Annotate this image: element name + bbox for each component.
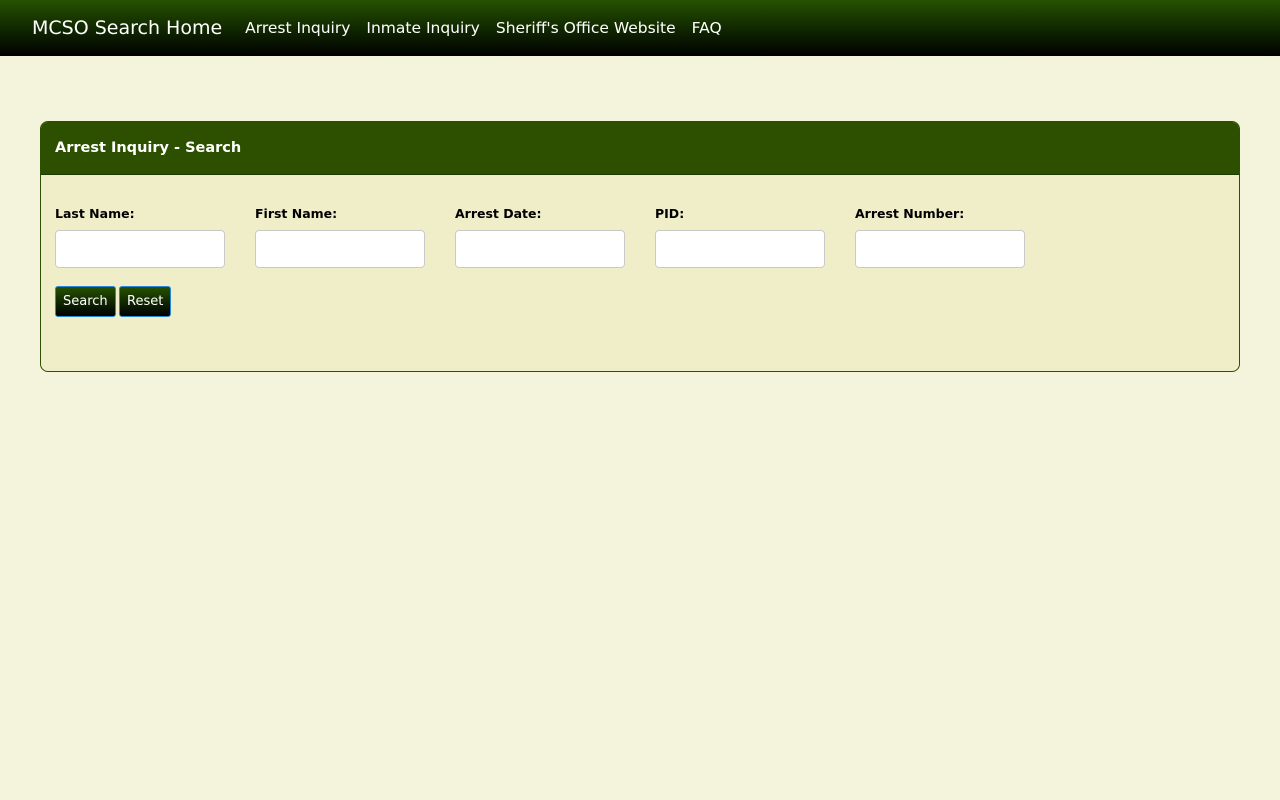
brand-link[interactable]: MCSO Search Home: [32, 17, 222, 39]
pid-label: PID:: [655, 206, 685, 221]
last-name-input[interactable]: [55, 230, 225, 268]
arrest-date-input[interactable]: [455, 230, 625, 268]
arrest-date-label: Arrest Date:: [455, 206, 542, 221]
panel-title: Arrest Inquiry - Search: [55, 140, 242, 156]
nav-link-faq[interactable]: FAQ: [692, 19, 722, 37]
nav-link-inmate-inquiry[interactable]: Inmate Inquiry: [366, 19, 479, 37]
top-navbar: MCSO Search Home Arrest Inquiry Inmate I…: [0, 0, 1280, 56]
nav-link-arrest-inquiry[interactable]: Arrest Inquiry: [245, 19, 350, 37]
arrest-number-input[interactable]: [855, 230, 1025, 268]
arrest-date-field-group: Arrest Date:: [455, 205, 625, 268]
first-name-input[interactable]: [255, 230, 425, 268]
arrest-number-field-group: Arrest Number:: [855, 205, 1025, 268]
reset-button[interactable]: Reset: [119, 286, 172, 317]
pid-input[interactable]: [655, 230, 825, 268]
arrest-number-label: Arrest Number:: [855, 206, 965, 221]
arrest-search-panel: Arrest Inquiry - Search Last Name: First…: [40, 121, 1240, 372]
last-name-field-group: Last Name:: [55, 205, 225, 268]
search-button[interactable]: Search: [55, 286, 116, 317]
pid-field-group: PID:: [655, 205, 825, 268]
nav-link-sheriffs-office-website[interactable]: Sheriff's Office Website: [496, 19, 676, 37]
first-name-field-group: First Name:: [255, 205, 425, 268]
first-name-label: First Name:: [255, 206, 338, 221]
panel-header: Arrest Inquiry - Search: [41, 122, 1239, 175]
last-name-label: Last Name:: [55, 206, 135, 221]
